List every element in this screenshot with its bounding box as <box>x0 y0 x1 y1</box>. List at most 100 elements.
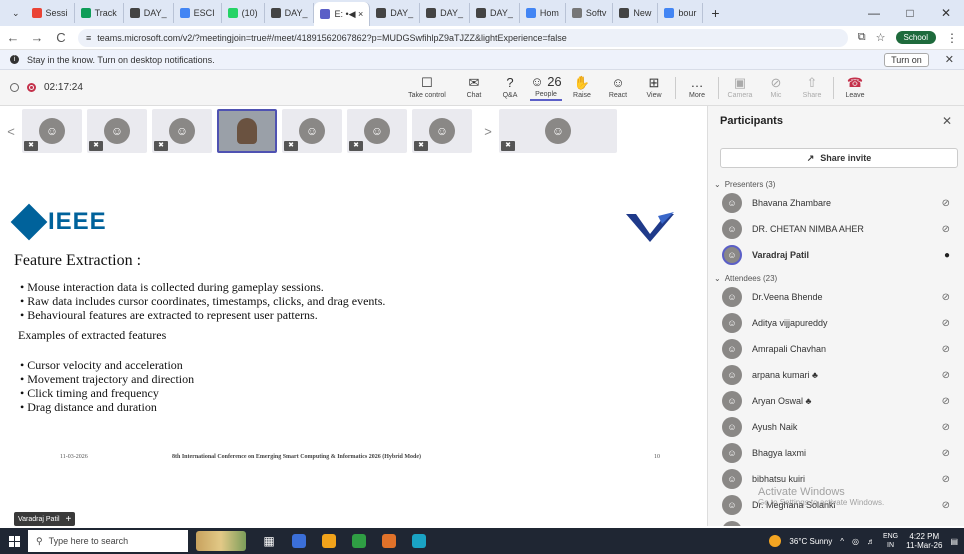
address-bar: ← → C ≡ teams.microsoft.com/v2/?meetingj… <box>0 26 964 50</box>
participant-row[interactable]: ☺Dr. Pradnya D. Ramgaonkar⊘ <box>708 518 964 526</box>
clock[interactable]: 4:22 PM 11-Mar-26 <box>906 532 942 550</box>
strip-prev-arrow[interactable]: < <box>0 124 22 139</box>
participant-row[interactable]: ☺ DR. CHETAN NIMBA AHER ⊘ <box>708 216 964 242</box>
meeting-toolbar: 02:17:24 ☐ Take control ✉ Chat? Q&A ☺ 26 Peopl… <box>0 70 964 106</box>
toolbar-button-label: More <box>689 92 705 99</box>
toolbar-view-button[interactable]: ⊞ View <box>638 76 670 100</box>
task-view-icon[interactable]: ▦ <box>254 528 284 554</box>
browser-tab[interactable]: DAY_ <box>370 3 421 23</box>
participant-row[interactable]: ☺ Ayush Naik ⊘ <box>708 414 964 440</box>
browser-tab[interactable]: Track <box>75 3 124 23</box>
participant-row[interactable]: ☺ Bhavana Zhambare ⊘ <box>708 190 964 216</box>
browser-tab[interactable]: (10) <box>222 3 265 23</box>
profile-button[interactable]: School <box>895 31 936 44</box>
share-invite-button[interactable]: ↗ Share invite <box>720 148 958 168</box>
notifications-icon[interactable]: ▤ <box>950 537 958 546</box>
toolbar-more-button[interactable]: … More <box>681 76 713 100</box>
participant-tile-overflow[interactable]: ☺ ✖ <box>499 109 617 153</box>
participant-row[interactable]: ☺ arpana kumari ♣ ⊘ <box>708 362 964 388</box>
tray-chevron-icon[interactable]: ^ <box>840 537 844 546</box>
taskbar-search[interactable]: ⚲ Type here to search <box>28 530 188 552</box>
clock-date: 11-Mar-26 <box>906 541 943 550</box>
tab-favicon-icon <box>227 8 238 18</box>
weather-text[interactable]: 36°C Sunny <box>789 537 832 546</box>
browser-tab[interactable]: DAY_ <box>420 3 470 23</box>
participant-row[interactable]: ☺ Dr.Veena Bhende ⊘ <box>708 284 964 310</box>
browser-menu-icon[interactable]: ⋮ <box>946 31 958 45</box>
leave-icon: ☎ <box>846 75 864 90</box>
minimize-icon[interactable]: — <box>856 6 892 20</box>
tab-overflow-chevron[interactable]: ⌄ <box>6 3 26 23</box>
new-tab-button[interactable]: + <box>703 5 727 21</box>
attendees-section-toggle[interactable]: ⌄ Attendees (23) <box>708 268 964 284</box>
volume-icon[interactable]: ♬ <box>867 537 875 546</box>
browser-tab[interactable]: DAY_ <box>470 3 520 23</box>
close-panel-icon[interactable]: ✕ <box>942 114 952 128</box>
presenter-add-icon[interactable]: + <box>66 514 72 525</box>
presenters-section-toggle[interactable]: ⌄ Presenters (3) <box>708 174 964 190</box>
maximize-icon[interactable]: □ <box>892 6 928 20</box>
back-icon[interactable]: ← <box>6 30 20 45</box>
toolbar-people-button[interactable]: ☺ 26 People <box>530 74 562 101</box>
forward-icon[interactable]: → <box>30 30 44 45</box>
browser-tab[interactable]: ESCI <box>174 3 222 23</box>
participant-tile[interactable]: ☺ ✖ <box>22 109 82 153</box>
participant-tile[interactable]: ☺ ✖ <box>87 109 147 153</box>
toolbar-chat-button[interactable]: ✉ Chat <box>458 76 490 100</box>
meeting-info-icon[interactable] <box>10 83 19 92</box>
browser-tab[interactable]: Hom <box>520 3 566 23</box>
clock-time: 4:22 PM <box>909 532 940 541</box>
search-highlight-image[interactable] <box>196 531 246 551</box>
language-indicator[interactable]: ENG IN <box>883 532 898 550</box>
toolbar-leave-button[interactable]: ☎ Leave <box>839 75 871 100</box>
toolbar-divider <box>833 76 834 99</box>
participant-row[interactable]: ☺ Aryan Oswal ♣ ⊘ <box>708 388 964 414</box>
toolbar-mic-button[interactable]: ⊘ Mic <box>760 76 792 100</box>
taskbar-app-icon[interactable] <box>374 528 404 554</box>
tab-title: Softv <box>585 8 607 18</box>
close-notification-icon[interactable]: ✕ <box>945 53 954 66</box>
weather-icon[interactable] <box>769 535 782 547</box>
network-icon[interactable]: ◎ <box>852 537 859 546</box>
start-button[interactable] <box>0 535 28 547</box>
turn-on-notifications-button[interactable]: Turn on <box>884 52 929 67</box>
browser-tab[interactable]: Sessi <box>26 3 75 23</box>
site-info-icon[interactable]: ≡ <box>86 33 91 43</box>
bookmark-star-icon[interactable]: ☆ <box>876 31 886 44</box>
tab-list: ⌄ Sessi Track DAY_ ESCI (10) DAY_ E: •◀ × DAY_ D… <box>0 0 704 26</box>
tab-title: DAY_ <box>390 8 414 18</box>
participant-row[interactable]: ☺ Varadraj Patil ● <box>708 242 964 268</box>
taskbar-app-icon[interactable] <box>314 528 344 554</box>
close-window-icon[interactable]: ✕ <box>928 6 964 20</box>
browser-tab[interactable]: DAY_ <box>124 3 174 23</box>
taskbar-app-icon[interactable] <box>404 528 434 554</box>
browser-tab[interactable]: Softv <box>566 3 614 23</box>
taskbar-app-icon[interactable] <box>344 528 374 554</box>
browser-tab[interactable]: New <box>613 3 659 23</box>
participant-row[interactable]: ☺ Aditya vijjapureddy ⊘ <box>708 310 964 336</box>
participant-tile[interactable]: ☺ ✖ <box>347 109 407 153</box>
strip-next-arrow[interactable]: > <box>477 124 499 139</box>
participant-tile[interactable]: ☺ ✖ <box>282 109 342 153</box>
tab-favicon-icon <box>179 8 190 18</box>
url-field[interactable]: ≡ teams.microsoft.com/v2/?meetingjoin=tr… <box>78 28 848 47</box>
participant-tile[interactable]: ☺ ✖ <box>412 109 472 153</box>
toolbar-camera-button[interactable]: ▣ Camera <box>724 76 756 100</box>
toolbar-share-button[interactable]: ⇧ Share <box>796 76 828 100</box>
participant-video-tile[interactable] <box>217 109 277 153</box>
toolbar-qa-button[interactable]: ? Q&A <box>494 76 526 100</box>
taskbar-app-icon[interactable] <box>284 528 314 554</box>
participant-row[interactable]: ☺ Bhagya laxmi ⊘ <box>708 440 964 466</box>
participant-row[interactable]: ☺ Amrapali Chavhan ⊘ <box>708 336 964 362</box>
browser-tab[interactable]: DAY_ <box>265 3 315 23</box>
participant-tile[interactable]: ☺ ✖ <box>152 109 212 153</box>
browser-tab[interactable]: E: •◀ × <box>314 2 371 26</box>
toolbar-react-button[interactable]: ☺ React <box>602 76 634 100</box>
toolbar-raise-button[interactable]: ✋ Raise <box>566 76 598 100</box>
tab-title: New <box>633 8 652 18</box>
reload-icon[interactable]: C <box>54 30 68 45</box>
toolbar-take-control-button[interactable]: ☐ Take control <box>400 76 454 100</box>
presenter-name-tag[interactable]: Varadraj Patil + <box>14 512 76 526</box>
install-app-icon[interactable]: ⧉ <box>858 31 866 44</box>
browser-tab[interactable]: bour <box>658 3 704 23</box>
